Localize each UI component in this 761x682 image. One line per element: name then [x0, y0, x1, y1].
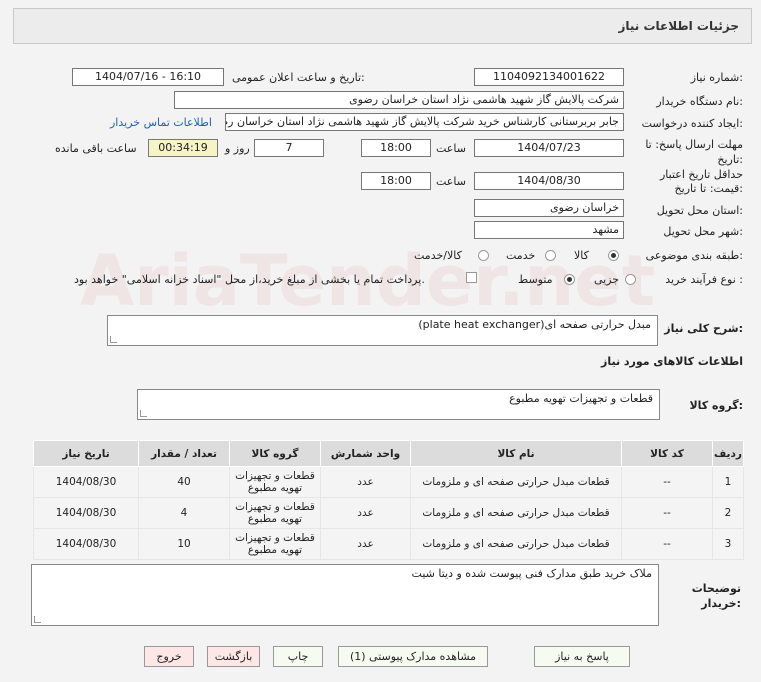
cell-row: 1 — [712, 466, 744, 498]
cell-qty: 4 — [138, 497, 230, 529]
process-medium-label: متوسط — [518, 273, 553, 286]
reply-button[interactable]: پاسخ به نیاز — [534, 646, 630, 667]
province-label: استان محل تحویل: — [656, 204, 743, 217]
resize-grip-icon[interactable] — [110, 336, 117, 343]
header-panel: جزئیات اطلاعات نیاز — [13, 8, 752, 44]
resize-grip-icon[interactable] — [34, 616, 41, 623]
cell-group: قطعات و تجهیزات تهویه مطبوع — [229, 466, 321, 498]
category-label: طبقه بندی موضوعی: — [645, 249, 743, 262]
buyer-org-field: شرکت پالایش گاز شهید هاشمی نژاد استان خر… — [174, 91, 624, 109]
page-title: جزئیات اطلاعات نیاز — [618, 19, 739, 33]
province-field: خراسان رضوی — [474, 199, 624, 217]
cell-qty: 10 — [138, 528, 230, 560]
remaining-label: ساعت باقی مانده — [55, 142, 137, 155]
goods-group-label: گروه کالا: — [689, 399, 743, 412]
validity-date-field: 1404/08/30 — [474, 172, 624, 190]
col-group-header: گروه کالا — [229, 440, 321, 467]
remaining-time-field: 00:34:19 — [148, 139, 218, 157]
goods-group-text: قطعات و تجهیزات تهویه مطبوع — [509, 392, 653, 405]
deadline-label: مهلت ارسال پاسخ: تا — [645, 138, 743, 151]
goods-group-field: قطعات و تجهیزات تهویه مطبوع — [137, 389, 660, 420]
payment-note: پرداخت تمام یا بخشی از مبلغ خرید،از محل … — [74, 273, 425, 286]
deadline-date-field: 1404/07/23 — [474, 139, 624, 157]
description-text: مبدل حرارتی صفحه ای(plate heat exchanger… — [418, 318, 651, 331]
process-small-radio[interactable] — [625, 274, 636, 285]
table-row: 3 -- قطعات مبدل حرارتی صفحه ای و ملزومات… — [33, 528, 744, 560]
col-row-header: ردیف — [712, 440, 744, 467]
goods-info-title: اطلاعات کالاهای مورد نیاز — [601, 355, 743, 368]
category-both-label: کالا/خدمت — [414, 249, 462, 262]
category-service-radio[interactable] — [545, 250, 556, 261]
process-label: نوع فرآیند خرید : — [665, 273, 743, 286]
deadline-label-date: تاریخ: — [717, 153, 743, 166]
items-table: ردیف کد کالا نام کالا واحد شمارش گروه کا… — [33, 440, 744, 560]
buyer-notes-label: توضیحات — [691, 582, 741, 595]
announce-label: تاریخ و ساعت اعلان عمومی: — [232, 71, 365, 84]
table-row: 2 -- قطعات مبدل حرارتی صفحه ای و ملزومات… — [33, 497, 744, 529]
cell-name: قطعات مبدل حرارتی صفحه ای و ملزومات — [410, 497, 622, 529]
process-small-label: جزیی — [594, 273, 620, 286]
col-name-header: نام کالا — [410, 440, 622, 467]
view-attachments-button[interactable]: مشاهده مدارک پیوستی (1) — [338, 646, 488, 667]
need-number-field: 1104092134001622 — [474, 68, 624, 86]
cell-row: 3 — [712, 528, 744, 560]
deadline-time-field: 18:00 — [361, 139, 431, 157]
description-label: شرح کلی نیاز: — [664, 322, 743, 335]
cell-date: 1404/08/30 — [33, 528, 139, 560]
col-unit-header: واحد شمارش — [320, 440, 411, 467]
print-button[interactable]: چاپ — [273, 646, 323, 667]
col-date-header: تاریخ نیاز — [33, 440, 139, 467]
cell-group: قطعات و تجهیزات تهویه مطبوع — [229, 528, 321, 560]
treasury-payment-checkbox[interactable] — [466, 272, 477, 283]
city-field: مشهد — [474, 221, 624, 239]
creator-field: جابر بربرستانی کارشناس خرید شرکت پالایش … — [225, 113, 624, 131]
cell-qty: 40 — [138, 466, 230, 498]
buyer-notes-field: ملاک خرید طبق مدارک فنی پیوست شده و دیتا… — [31, 564, 659, 626]
table-row: 1 -- قطعات مبدل حرارتی صفحه ای و ملزومات… — [33, 466, 744, 498]
creator-label: ایجاد کننده درخواست: — [641, 117, 743, 130]
description-field: مبدل حرارتی صفحه ای(plate heat exchanger… — [107, 315, 658, 346]
cell-date: 1404/08/30 — [33, 466, 139, 498]
need-number-label: شماره نیاز: — [690, 71, 743, 84]
process-medium-radio[interactable] — [564, 274, 575, 285]
category-goods-radio[interactable] — [608, 250, 619, 261]
col-code-header: کد کالا — [621, 440, 713, 467]
buyer-contact-link[interactable]: اطلاعات تماس خریدار — [110, 116, 212, 129]
announce-field: 1404/07/16 - 16:10 — [72, 68, 224, 86]
cell-unit: عدد — [320, 528, 411, 560]
validity-time-label: ساعت — [436, 175, 466, 188]
cell-code: -- — [621, 528, 713, 560]
category-goods-label: کالا — [574, 249, 589, 262]
cell-unit: عدد — [320, 497, 411, 529]
days-field: 7 — [254, 139, 324, 157]
cell-code: -- — [621, 466, 713, 498]
cell-name: قطعات مبدل حرارتی صفحه ای و ملزومات — [410, 528, 622, 560]
validity-label: حداقل تاریخ اعتبار — [659, 168, 743, 181]
col-qty-header: تعداد / مقدار — [138, 440, 230, 467]
validity-time-field: 18:00 — [361, 172, 431, 190]
exit-button[interactable]: خروج — [144, 646, 194, 667]
buyer-notes-text: ملاک خرید طبق مدارک فنی پیوست شده و دیتا… — [411, 567, 652, 580]
cell-name: قطعات مبدل حرارتی صفحه ای و ملزومات — [410, 466, 622, 498]
deadline-time-label: ساعت — [436, 142, 466, 155]
resize-grip-icon[interactable] — [140, 410, 147, 417]
category-both-radio[interactable] — [478, 250, 489, 261]
days-label: روز و — [225, 142, 250, 155]
category-service-label: خدمت — [506, 249, 536, 262]
table-header-row: ردیف کد کالا نام کالا واحد شمارش گروه کا… — [33, 440, 744, 467]
cell-code: -- — [621, 497, 713, 529]
city-label: شهر محل تحویل: — [663, 225, 743, 238]
validity-label-date: قیمت: تا تاریخ: — [674, 182, 743, 195]
buyer-org-label: نام دستگاه خریدار: — [656, 95, 743, 108]
cell-group: قطعات و تجهیزات تهویه مطبوع — [229, 497, 321, 529]
back-button[interactable]: بازگشت — [207, 646, 260, 667]
cell-date: 1404/08/30 — [33, 497, 139, 529]
buyer-notes-label-2: خریدار: — [701, 597, 741, 610]
cell-unit: عدد — [320, 466, 411, 498]
cell-row: 2 — [712, 497, 744, 529]
